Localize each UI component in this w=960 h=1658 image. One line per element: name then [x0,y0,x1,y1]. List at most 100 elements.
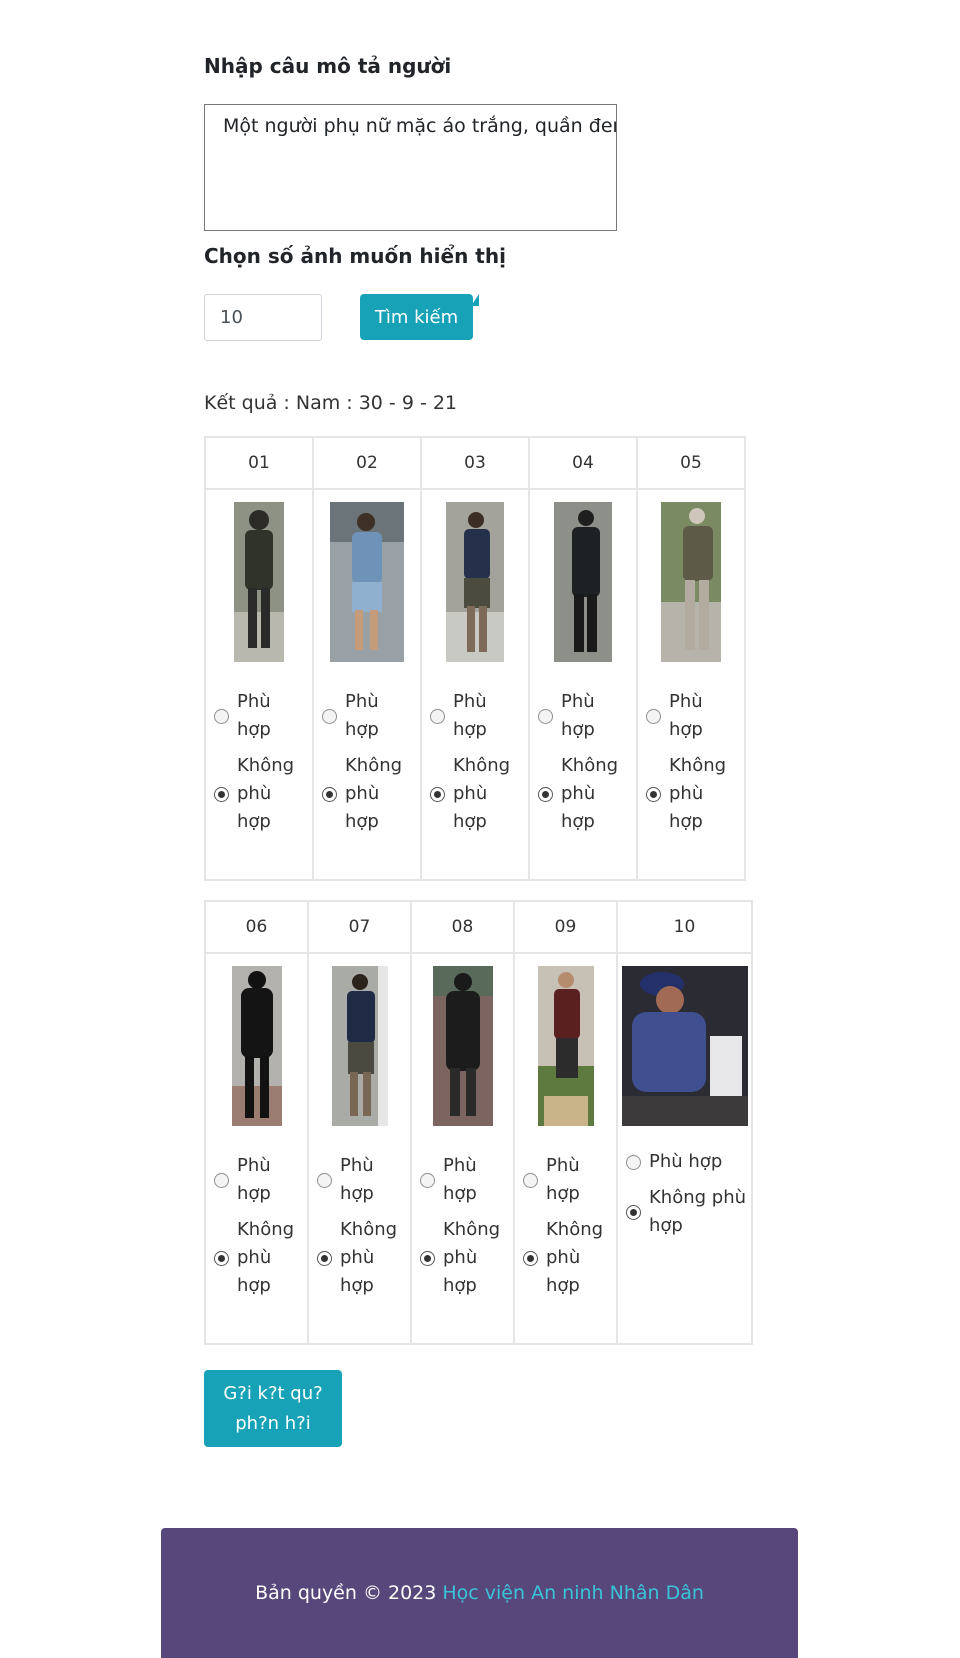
match-option-label: Phù hợp [669,691,703,740]
person-photo [446,502,504,662]
no-match-radio[interactable] [626,1204,641,1220]
person-photo [234,502,284,662]
description-input[interactable]: Một người phụ nữ mặc áo trắng, quần đen [204,104,617,231]
result-id-header: 10 [616,900,753,954]
match-option-label: Phù hợp [237,691,271,740]
footer-copyright: Bản quyền © 2023 Học viện An ninh Nhân D… [255,1582,704,1604]
no-match-option[interactable]: Không phù hợp [638,752,744,836]
no-match-radio[interactable] [430,786,445,802]
no-match-option[interactable]: Không phù hợp [309,1216,410,1300]
results-table-2: 06 07 08 09 10 Phù hợp Không phù hợp Phù… [204,900,753,1345]
match-option[interactable]: Phù hợp [638,688,744,744]
no-match-radio[interactable] [322,786,337,802]
person-photo [331,966,388,1126]
result-cell: Phù hợp Không phù hợp [307,952,412,1345]
match-radio[interactable] [626,1154,641,1170]
match-radio[interactable] [317,1172,332,1188]
result-cell: Phù hợp Không phù hợp [528,488,638,881]
match-radio[interactable] [420,1172,435,1188]
no-match-option[interactable]: Không phù hợp [412,1216,513,1300]
match-radio[interactable] [523,1172,538,1188]
no-match-option[interactable]: Không phù hợp [206,752,312,836]
search-button[interactable]: Tìm kiếm [360,294,479,340]
result-id-header: 08 [410,900,515,954]
result-cell: Phù hợp Không phù hợp [204,952,309,1345]
footer: Bản quyền © 2023 Học viện An ninh Nhân D… [161,1528,798,1658]
no-match-option-label: Không phù hợp [237,1219,295,1296]
footer-text: Bản quyền © 2023 [255,1582,443,1604]
submit-feedback-button[interactable]: G?i k?t qu? ph?n h?i [204,1370,342,1447]
no-match-option-label: Không phù hợp [561,755,619,832]
no-match-option-label: Không phù hợp [345,755,403,832]
result-cell: Phù hợp Không phù hợp [410,952,515,1345]
footer-link[interactable]: Học viện An ninh Nhân Dân [442,1582,704,1604]
match-radio[interactable] [214,708,229,724]
result-cell: Phù hợp Không phù hợp [636,488,746,881]
no-match-option-label: Không phù hợp [443,1219,501,1296]
match-option[interactable]: Phù hợp [530,688,636,744]
person-photo [432,966,493,1126]
no-match-option-label: Không phù hợp [237,755,295,832]
image-count-label: Chọn số ảnh muốn hiển thị [204,244,506,268]
result-id-header: 05 [636,436,746,490]
search-button-label: Tìm kiếm [374,306,459,328]
match-radio[interactable] [538,708,553,724]
result-id-header: 06 [204,900,309,954]
match-option-label: Phù hợp [649,1151,723,1172]
no-match-option-label: Không phù hợp [669,755,727,832]
result-cell: Phù hợp Không phù hợp [204,488,314,881]
person-photo [661,502,721,662]
results-table-1: 01 02 03 04 05 Phù hợp Không phù hợp Phù… [204,436,746,881]
no-match-option-label: Không phù hợp [649,1187,747,1236]
match-option-label: Phù hợp [561,691,595,740]
no-match-radio[interactable] [317,1250,332,1266]
person-photo [621,966,748,1126]
match-option[interactable]: Phù hợp [206,688,312,744]
no-match-option-label: Không phù hợp [546,1219,604,1296]
no-match-option[interactable]: Không phù hợp [314,752,420,836]
person-photo [537,966,594,1126]
match-option[interactable]: Phù hợp [309,1152,410,1208]
match-option-label: Phù hợp [453,691,487,740]
result-id-header: 02 [312,436,422,490]
no-match-option[interactable]: Không phù hợp [515,1216,616,1300]
no-match-option[interactable]: Không phù hợp [618,1184,751,1240]
no-match-radio[interactable] [538,786,553,802]
match-option[interactable]: Phù hợp [515,1152,616,1208]
no-match-radio[interactable] [646,786,661,802]
button-corner-decoration [471,294,479,306]
match-option[interactable]: Phù hợp [412,1152,513,1208]
match-option-label: Phù hợp [340,1155,374,1204]
result-cell: Phù hợp Không phù hợp [420,488,530,881]
match-option[interactable]: Phù hợp [314,688,420,744]
match-radio[interactable] [322,708,337,724]
no-match-option[interactable]: Không phù hợp [422,752,528,836]
description-label: Nhập câu mô tả người [204,54,452,78]
no-match-radio[interactable] [214,1250,229,1266]
result-cell: Phù hợp Không phù hợp [616,952,753,1345]
result-id-header: 09 [513,900,618,954]
match-radio[interactable] [430,708,445,724]
person-photo [330,502,404,662]
match-option-label: Phù hợp [345,691,379,740]
result-id-header: 03 [420,436,530,490]
match-radio[interactable] [646,708,661,724]
no-match-option[interactable]: Không phù hợp [530,752,636,836]
no-match-option[interactable]: Không phù hợp [206,1216,307,1300]
no-match-option-label: Không phù hợp [340,1219,398,1296]
match-option[interactable]: Phù hợp [206,1152,307,1208]
image-count-input[interactable] [204,294,322,341]
result-summary: Kết quả : Nam : 30 - 9 - 21 [204,392,458,414]
result-cell: Phù hợp Không phù hợp [312,488,422,881]
match-option[interactable]: Phù hợp [618,1148,751,1176]
no-match-radio[interactable] [420,1250,435,1266]
no-match-option-label: Không phù hợp [453,755,511,832]
no-match-radio[interactable] [523,1250,538,1266]
person-photo [554,502,612,662]
result-id-header: 01 [204,436,314,490]
result-cell: Phù hợp Không phù hợp [513,952,618,1345]
match-option[interactable]: Phù hợp [422,688,528,744]
no-match-radio[interactable] [214,786,229,802]
match-option-label: Phù hợp [443,1155,477,1204]
match-radio[interactable] [214,1172,229,1188]
